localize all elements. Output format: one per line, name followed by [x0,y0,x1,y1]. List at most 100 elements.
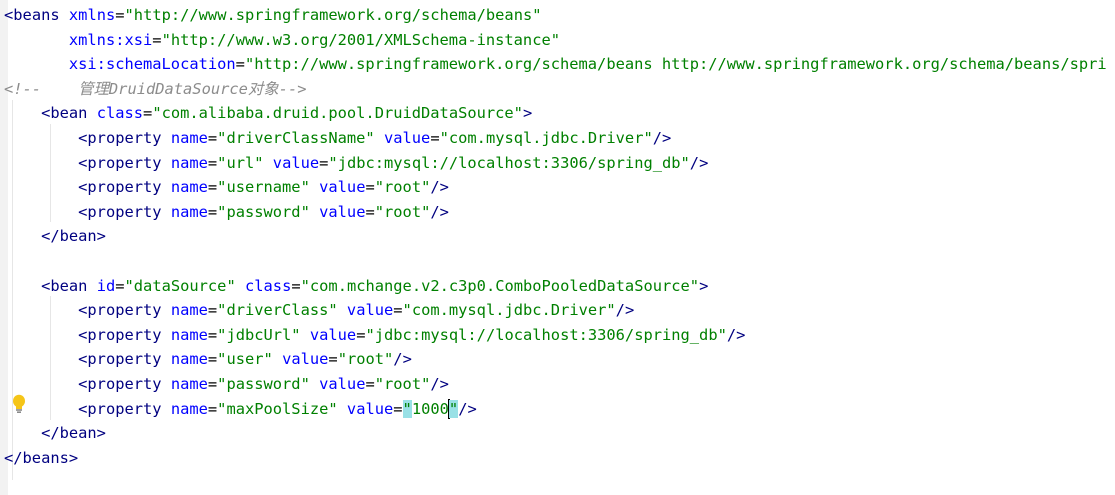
matched-quote-highlight: " [448,399,459,418]
xml-value: "root" [374,374,431,393]
xml-tag: /> [652,128,672,147]
code-line[interactable]: ​ [0,249,1115,274]
xml-attribute: id [96,276,116,295]
code-line[interactable]: <property name="url" value="jdbc:mysql:/… [0,151,1115,176]
code-line[interactable]: </beans> [0,446,1115,471]
xml-value: "http://www.springframework.org/schema/b… [124,6,542,24]
code-text: = [207,301,218,320]
code-line[interactable]: <property name="jdbcUrl" value="jdbc:mys… [0,323,1115,348]
code-text: = [365,202,375,221]
xml-tag: beans [13,6,60,24]
code-line[interactable]: <bean id="dataSource" class="com.mchange… [0,274,1115,299]
code-text: = [207,128,218,147]
xml-value: "jdbc:mysql://localhost:3306/spring_db" [365,325,727,344]
xml-attribute: xmlns [68,6,116,24]
code-line[interactable]: <property name="user" value="root"/> [0,347,1115,372]
xml-tag: <property [78,128,171,147]
xml-attribute: value [383,128,431,147]
lightbulb-icon[interactable] [12,394,26,414]
xml-attribute: name [170,325,208,344]
xml-attribute: name [170,128,208,147]
xml-tag: </beans> [4,448,79,467]
code-line[interactable]: <bean class="com.alibaba.druid.pool.Drui… [0,101,1115,126]
xml-tag: <property [78,202,171,221]
code-text: = [235,55,245,74]
xml-tag: /> [430,202,449,221]
xml-value: "driverClass" [217,301,338,320]
code-area[interactable]: <beans xmlns="http://www.springframework… [0,3,1115,470]
code-line[interactable]: <property name="password" value="root"/> [0,372,1115,397]
xml-value: "com.mysql.jdbc.Driver" [402,301,616,320]
code-line[interactable]: </bean> [0,421,1115,446]
xml-attribute: value [309,325,357,344]
code-text: = [393,399,403,418]
code-text: = [115,276,125,295]
xml-tag: /> [615,301,635,320]
code-line[interactable]: </bean> [0,224,1115,249]
xml-value: "com.mysql.jdbc.Driver" [439,128,653,147]
xml-attribute: name [170,350,208,369]
code-line[interactable]: <beans xmlns="http://www.springframework… [0,3,1115,28]
xml-tag: <property [78,301,171,320]
code-line[interactable]: <property name="password" value="root"/> [0,200,1115,225]
xml-value: "http://www.springframework.org/schema/b… [244,55,1107,74]
xml-attribute: name [170,301,208,320]
xml-value: "maxPoolSize" [217,399,338,418]
xml-attribute: xsi:schemaLocation [68,55,236,74]
xml-tag: <property [78,350,171,369]
code-line[interactable]: <property name="driverClass" value="com.… [0,298,1115,323]
xml-value: "http://www.w3.org/2001/XMLSchema-instan… [161,30,560,49]
xml-value: "driverClassName" [217,128,375,147]
xml-tag: /> [430,178,449,197]
code-line[interactable]: xsi:schemaLocation="http://www.springfra… [0,52,1115,77]
xml-value: 1000 [411,399,449,418]
xml-attribute: xmlns:xsi [68,30,153,49]
code-text: = [143,104,153,123]
code-editor[interactable]: <beans xmlns="http://www.springframework… [0,0,1115,495]
xml-tag: <property [78,374,171,393]
xml-value: "jdbcUrl" [217,325,301,344]
xml-value: "root" [337,350,394,369]
xml-attribute: class [96,104,144,123]
code-text: = [365,178,375,197]
xml-tag: /> [689,153,709,172]
xml-tag: <bean [41,276,97,295]
xml-attribute: value [346,399,394,418]
code-line[interactable]: <property name="driverClassName" value="… [0,126,1115,151]
xml-attribute: name [170,202,208,221]
xml-attribute: name [170,399,208,418]
xml-value: "url" [217,153,264,172]
xml-tag: /> [430,374,449,393]
xml-tag: <bean [41,104,97,123]
code-line[interactable]: <!-- 管理DruidDataSource对象--> [0,77,1115,102]
xml-attribute: name [170,178,208,197]
code-line[interactable]: <property name="username" value="root"/> [0,175,1115,200]
code-text: = [430,128,440,147]
xml-value: "password" [217,202,310,221]
code-text: = [207,399,218,418]
xml-tag: <property [78,153,171,172]
xml-value: "com.alibaba.druid.pool.DruidDataSource" [152,104,523,123]
code-line[interactable]: xmlns:xsi="http://www.w3.org/2001/XMLSch… [0,28,1115,53]
code-text: = [207,325,218,344]
xml-tag: </bean> [41,424,106,443]
code-line[interactable]: <property name="maxPoolSize" value="1000… [0,397,1115,422]
